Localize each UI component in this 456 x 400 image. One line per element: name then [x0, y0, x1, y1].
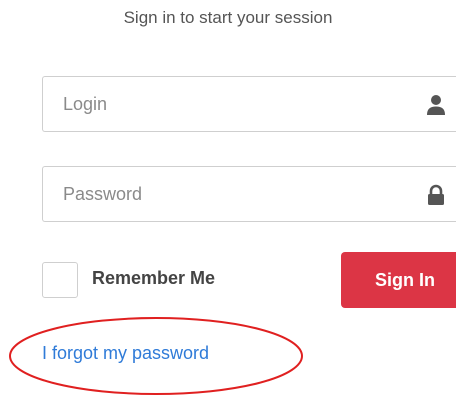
user-icon: [426, 94, 446, 116]
remember-me-checkbox[interactable]: [42, 262, 78, 298]
forgot-password-link[interactable]: I forgot my password: [42, 343, 209, 364]
sign-in-button[interactable]: Sign In: [341, 252, 456, 308]
password-field[interactable]: [42, 166, 456, 222]
password-input[interactable]: [43, 167, 383, 221]
lock-icon: [426, 184, 446, 206]
session-message: Sign in to start your session: [123, 8, 333, 27]
remember-me-label[interactable]: Remember Me: [92, 268, 215, 289]
login-input[interactable]: [43, 77, 383, 131]
login-field[interactable]: [42, 76, 456, 132]
